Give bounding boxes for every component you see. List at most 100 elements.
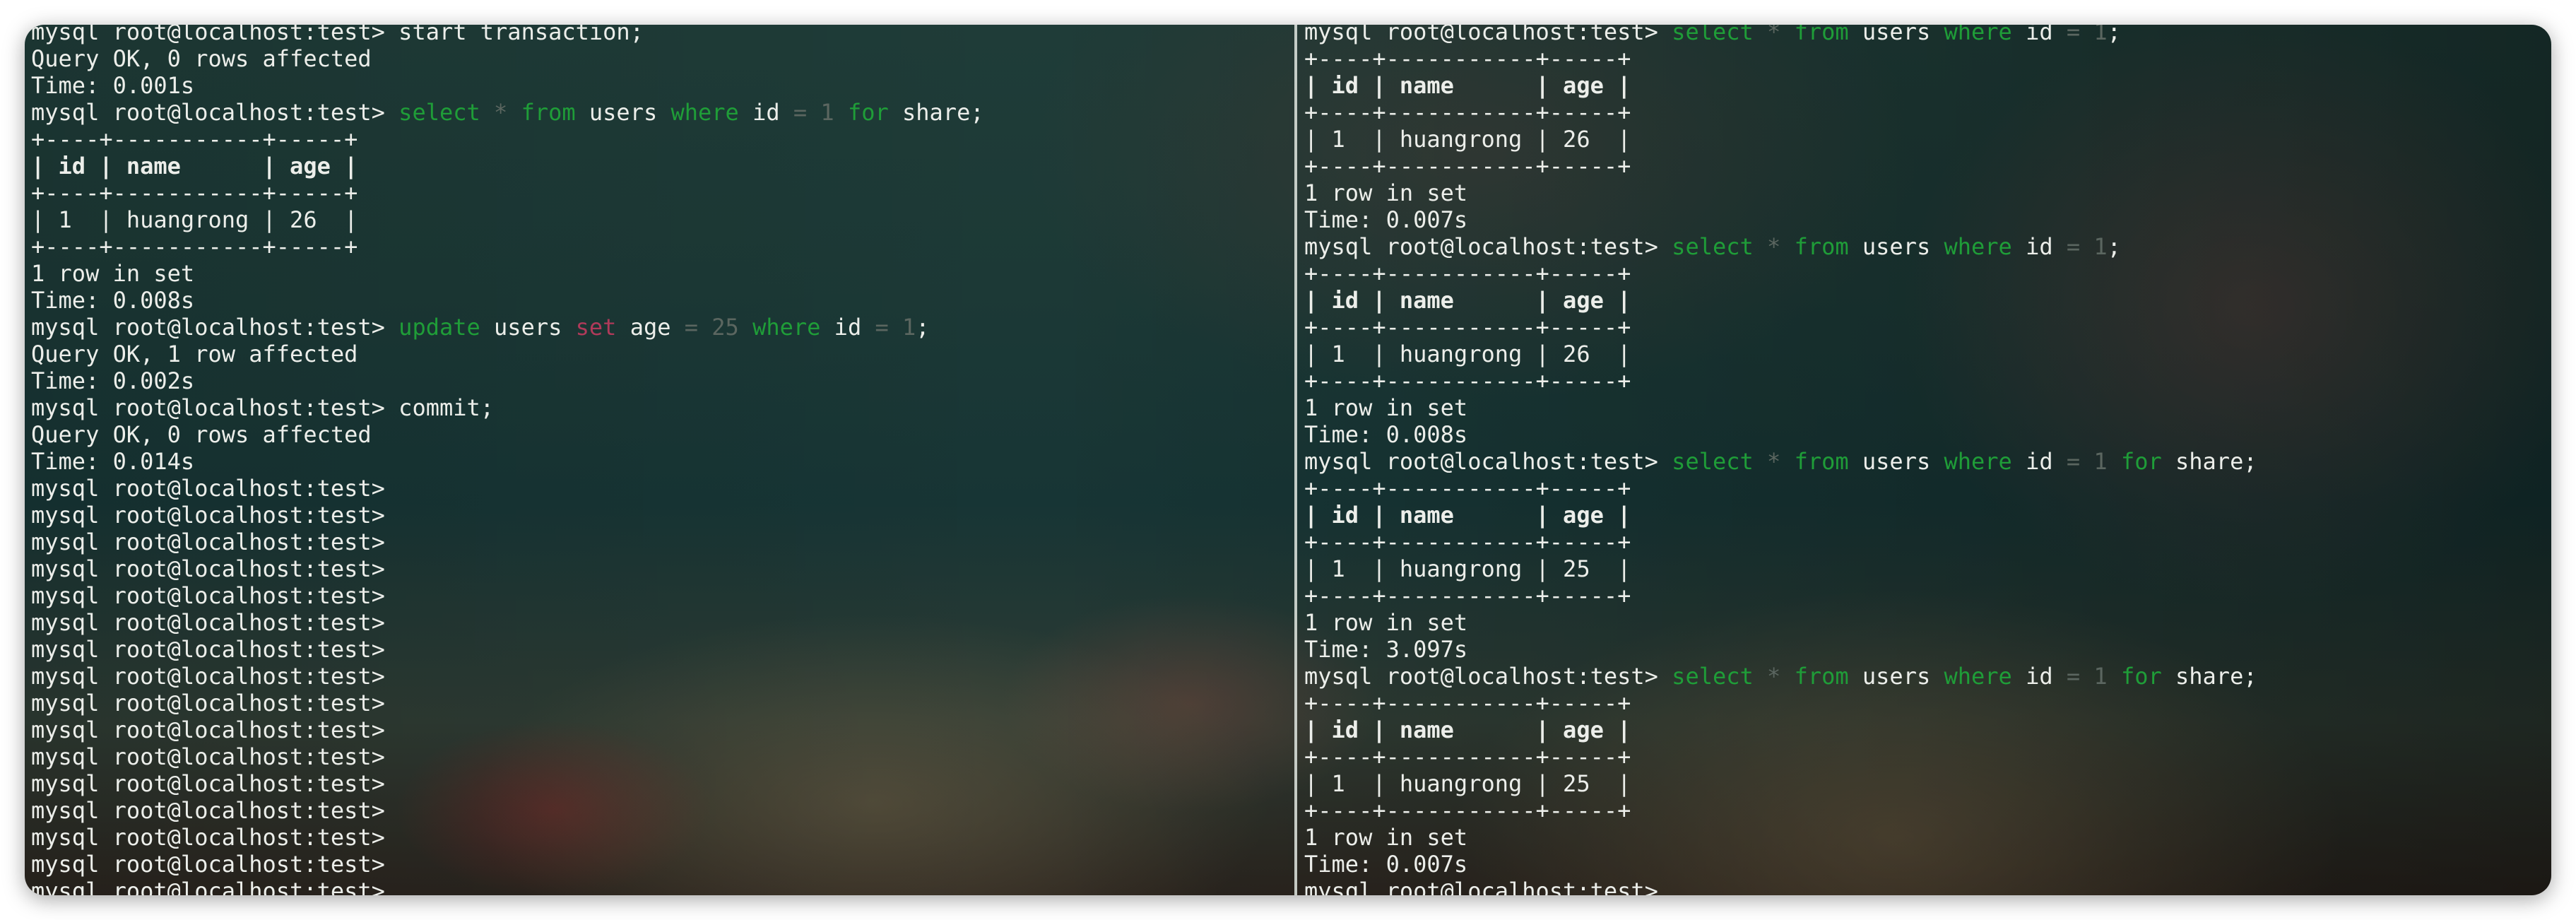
- table-border: +----+-----------+-----+: [1304, 45, 1631, 72]
- sql-text: id: [738, 99, 793, 126]
- table-border: +----+-----------+-----+: [1304, 367, 1631, 394]
- output-line: Query OK, 0 rows affected: [31, 45, 372, 72]
- empty-prompt: mysql root@localhost:test>: [31, 475, 385, 502]
- sql-token: 1: [2093, 448, 2108, 475]
- empty-prompt: mysql root@localhost:test>: [31, 582, 385, 609]
- sql-token: *: [494, 99, 508, 126]
- output-line: Time: 0.007s: [1304, 851, 1468, 878]
- table-border: +----+-----------+-----+: [31, 126, 358, 153]
- command-line: mysql root@localhost:test> select * from…: [31, 99, 984, 126]
- table-row: | 1 | huangrong | 26 |: [1304, 341, 1631, 367]
- sql-token: =: [793, 99, 808, 126]
- sql-text: id: [2011, 663, 2067, 690]
- sql-text: share;: [2161, 663, 2257, 690]
- terminal-pane-right[interactable]: mysql root@localhost:test> select * from…: [1298, 25, 2551, 895]
- sql-text: ;: [916, 314, 930, 341]
- sql-token: 1: [2093, 233, 2108, 260]
- sql-token: *: [1767, 663, 1781, 690]
- empty-prompt: mysql root@localhost:test>: [31, 851, 385, 878]
- sql-keyword: select: [1672, 233, 1754, 260]
- sql-keyword: for: [2120, 448, 2162, 475]
- terminal-output-right: mysql root@localhost:test> select * from…: [1304, 25, 2257, 895]
- sql-token: 1: [902, 314, 916, 341]
- shell-prompt: mysql root@localhost:test>: [1304, 25, 1672, 45]
- table-row: | 1 | huangrong | 26 |: [31, 206, 358, 233]
- terminal-window: mysql root@localhost:test> start transac…: [25, 25, 2551, 895]
- empty-prompt: mysql root@localhost:test>: [31, 743, 385, 770]
- shell-prompt: mysql root@localhost:test>: [1304, 233, 1672, 260]
- table-row: | 1 | huangrong | 25 |: [1304, 770, 1631, 797]
- table-border: +----+-----------+-----+: [31, 179, 358, 206]
- sql-token: set: [575, 314, 617, 341]
- sql-text: ;: [2107, 25, 2121, 45]
- sql-keyword: select: [398, 99, 480, 126]
- sql-text: id: [2011, 233, 2067, 260]
- sql-token: =: [2066, 233, 2081, 260]
- pane-divider[interactable]: [1294, 25, 1297, 895]
- sql-keyword: where: [752, 314, 821, 341]
- empty-prompt: mysql root@localhost:test>: [31, 797, 385, 824]
- table-border: +----+-----------+-----+: [1304, 797, 1631, 824]
- table-border: +----+-----------+-----+: [1304, 99, 1631, 126]
- sql-text: users: [480, 314, 576, 341]
- empty-prompt: mysql root@localhost:test>: [31, 529, 385, 555]
- sql-keyword: where: [1944, 663, 2012, 690]
- output-line: Time: 0.001s: [31, 72, 195, 99]
- empty-prompt: mysql root@localhost:test>: [1304, 878, 1658, 895]
- table-header: | id | name | age |: [1304, 502, 1631, 529]
- shell-prompt: mysql root@localhost:test>: [1304, 663, 1672, 690]
- sql-keyword: select: [1672, 25, 1754, 45]
- table-border: +----+-----------+-----+: [1304, 153, 1631, 179]
- command-line: mysql root@localhost:test> select * from…: [1304, 233, 2257, 260]
- sql-token: *: [1767, 233, 1781, 260]
- sql-token: 1: [2093, 663, 2108, 690]
- output-line: Time: 0.007s: [1304, 206, 1468, 233]
- command-line: mysql root@localhost:test> select * from…: [1304, 448, 2257, 475]
- table-header: | id | name | age |: [1304, 72, 1631, 99]
- output-line: Time: 0.014s: [31, 448, 195, 475]
- output-line: 1 row in set: [1304, 179, 1468, 206]
- command-line: mysql root@localhost:test> start transac…: [31, 25, 984, 45]
- empty-prompt: mysql root@localhost:test>: [31, 663, 385, 690]
- shell-prompt: mysql root@localhost:test>: [31, 394, 399, 421]
- shell-prompt: mysql root@localhost:test>: [31, 99, 399, 126]
- sql-text: users: [1848, 448, 1944, 475]
- sql-token: =: [684, 314, 699, 341]
- sql-keyword: from: [1794, 233, 1849, 260]
- table-border: +----+-----------+-----+: [1304, 690, 1631, 716]
- sql-keyword: where: [1944, 25, 2012, 45]
- table-border: +----+-----------+-----+: [1304, 260, 1631, 287]
- output-line: 1 row in set: [31, 260, 195, 287]
- table-header: | id | name | age |: [1304, 287, 1631, 314]
- sql-token: =: [2066, 25, 2081, 45]
- sql-keyword: select: [1672, 663, 1754, 690]
- sql-text: age: [616, 314, 685, 341]
- command-line: mysql root@localhost:test> select * from…: [1304, 25, 2257, 45]
- sql-token: 25: [711, 314, 739, 341]
- output-line: Time: 0.008s: [31, 287, 195, 314]
- terminal-pane-left[interactable]: mysql root@localhost:test> start transac…: [25, 25, 1294, 895]
- table-row: | 1 | huangrong | 25 |: [1304, 555, 1631, 582]
- terminal-output-left: mysql root@localhost:test> start transac…: [31, 25, 984, 895]
- sql-text: id: [2011, 25, 2067, 45]
- shell-prompt: mysql root@localhost:test>: [31, 314, 399, 341]
- empty-prompt: mysql root@localhost:test>: [31, 636, 385, 663]
- sql-text: share;: [888, 99, 984, 126]
- empty-prompt: mysql root@localhost:test>: [31, 555, 385, 582]
- table-border: +----+-----------+-----+: [1304, 314, 1631, 341]
- empty-prompt: mysql root@localhost:test>: [31, 878, 385, 895]
- sql-text: users: [1848, 663, 1944, 690]
- output-line: 1 row in set: [1304, 609, 1468, 636]
- sql-text: id: [820, 314, 875, 341]
- table-border: +----+-----------+-----+: [1304, 475, 1631, 502]
